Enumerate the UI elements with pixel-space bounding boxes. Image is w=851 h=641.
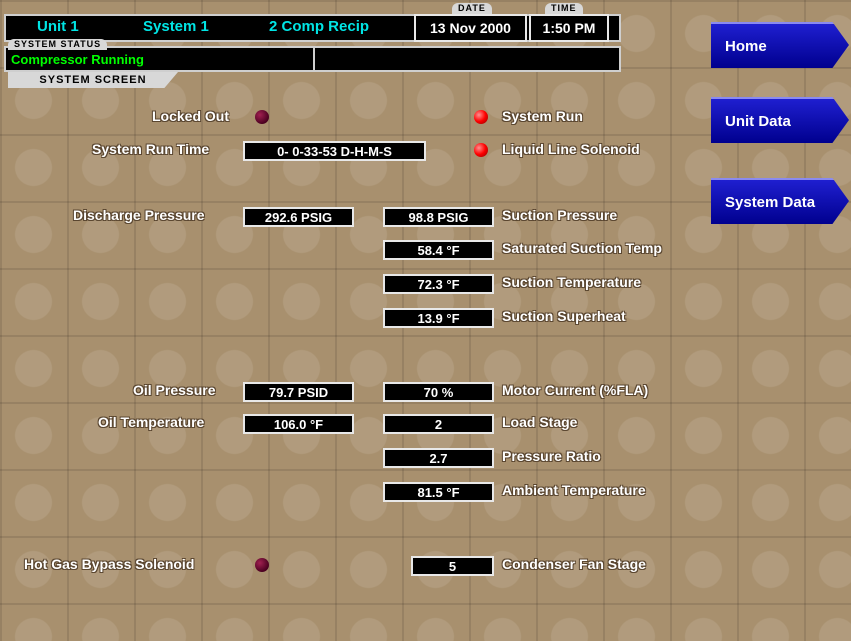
oil-pressure-value: 79.7 PSID (243, 382, 354, 402)
ambient-temperature-value: 81.5 °F (383, 482, 494, 502)
saturated-suction-temp-value: 58.4 °F (383, 240, 494, 260)
discharge-pressure-value: 292.6 PSIG (243, 207, 354, 227)
pressure-ratio-text: 2.7 (429, 450, 448, 466)
discharge-pressure-text: 292.6 PSIG (264, 209, 333, 225)
system-run-time-text: 0- 0-33-53 D-H-M-S (277, 143, 392, 159)
ambient-temperature-text: 81.5 °F (417, 484, 460, 500)
discharge-pressure-label: Discharge Pressure (73, 207, 205, 223)
load-stage-label: Load Stage (502, 414, 578, 430)
suction-temperature-text: 72.3 °F (417, 276, 460, 292)
system-status-tag: SYSTEM STATUS (8, 39, 108, 50)
time-value: 1:50 PM (542, 20, 596, 36)
suction-pressure-label: Suction Pressure (502, 207, 618, 223)
unit-data-button-label: Unit Data (725, 112, 791, 130)
date-value: 13 Nov 2000 (430, 20, 511, 36)
home-button[interactable]: Home (711, 22, 849, 68)
system-label: System 1 (143, 18, 209, 35)
ambient-temperature-label: Ambient Temperature (502, 482, 646, 498)
time-tag: TIME (545, 3, 583, 14)
suction-pressure-text: 98.8 PSIG (408, 209, 469, 225)
liquid-line-solenoid-label: Liquid Line Solenoid (502, 141, 640, 157)
oil-temperature-label: Oil Temperature (98, 414, 205, 430)
condenser-fan-stage-label: Condenser Fan Stage (502, 556, 646, 572)
liquid-line-solenoid-indicator (474, 143, 488, 157)
saturated-suction-temp-label: Saturated Suction Temp (502, 240, 662, 256)
date-tag: DATE (452, 3, 492, 14)
system-run-indicator (474, 110, 488, 124)
hot-gas-bypass-indicator (255, 558, 269, 572)
saturated-suction-temp-text: 58.4 °F (417, 242, 460, 258)
motor-current-label: Motor Current (%FLA) (502, 382, 649, 398)
motor-current-text: 70 % (423, 384, 454, 400)
condenser-fan-stage-text: 5 (448, 558, 457, 574)
system-run-label: System Run (502, 108, 583, 124)
locked-out-indicator (255, 110, 269, 124)
compressor-type-label: 2 Comp Recip (269, 18, 370, 35)
locked-out-label: Locked Out (152, 108, 230, 124)
load-stage-text: 2 (434, 416, 443, 432)
suction-superheat-value: 13.9 °F (383, 308, 494, 328)
oil-pressure-text: 79.7 PSID (268, 384, 329, 400)
system-data-button-label: System Data (725, 193, 816, 211)
motor-current-value: 70 % (383, 382, 494, 402)
pressure-ratio-value: 2.7 (383, 448, 494, 468)
condenser-fan-stage-value: 5 (411, 556, 494, 576)
system-status-text: Compressor Running (11, 52, 144, 67)
oil-pressure-label: Oil Pressure (133, 382, 216, 398)
system-data-button[interactable]: System Data (711, 178, 849, 224)
oil-temperature-text: 106.0 °F (273, 416, 324, 432)
date-display: 13 Nov 2000 (414, 14, 527, 42)
system-run-time-label: System Run Time (92, 141, 210, 157)
oil-temperature-value: 106.0 °F (243, 414, 354, 434)
system-run-time-value: 0- 0-33-53 D-H-M-S (243, 141, 426, 161)
unit-data-button[interactable]: Unit Data (711, 97, 849, 143)
suction-temperature-value: 72.3 °F (383, 274, 494, 294)
unit-label: Unit 1 (37, 18, 79, 35)
suction-temperature-label: Suction Temperature (502, 274, 641, 290)
load-stage-value: 2 (383, 414, 494, 434)
pressure-ratio-label: Pressure Ratio (502, 448, 601, 464)
status-divider (313, 48, 315, 70)
suction-pressure-value: 98.8 PSIG (383, 207, 494, 227)
screen-title: SYSTEM SCREEN (39, 74, 147, 86)
time-display: 1:50 PM (529, 14, 609, 42)
suction-superheat-label: Suction Superheat (502, 308, 626, 324)
suction-superheat-text: 13.9 °F (417, 310, 460, 326)
screen-title-tab: SYSTEM SCREEN (8, 72, 178, 88)
home-button-label: Home (725, 37, 767, 55)
hot-gas-bypass-label: Hot Gas Bypass Solenoid (24, 556, 195, 572)
